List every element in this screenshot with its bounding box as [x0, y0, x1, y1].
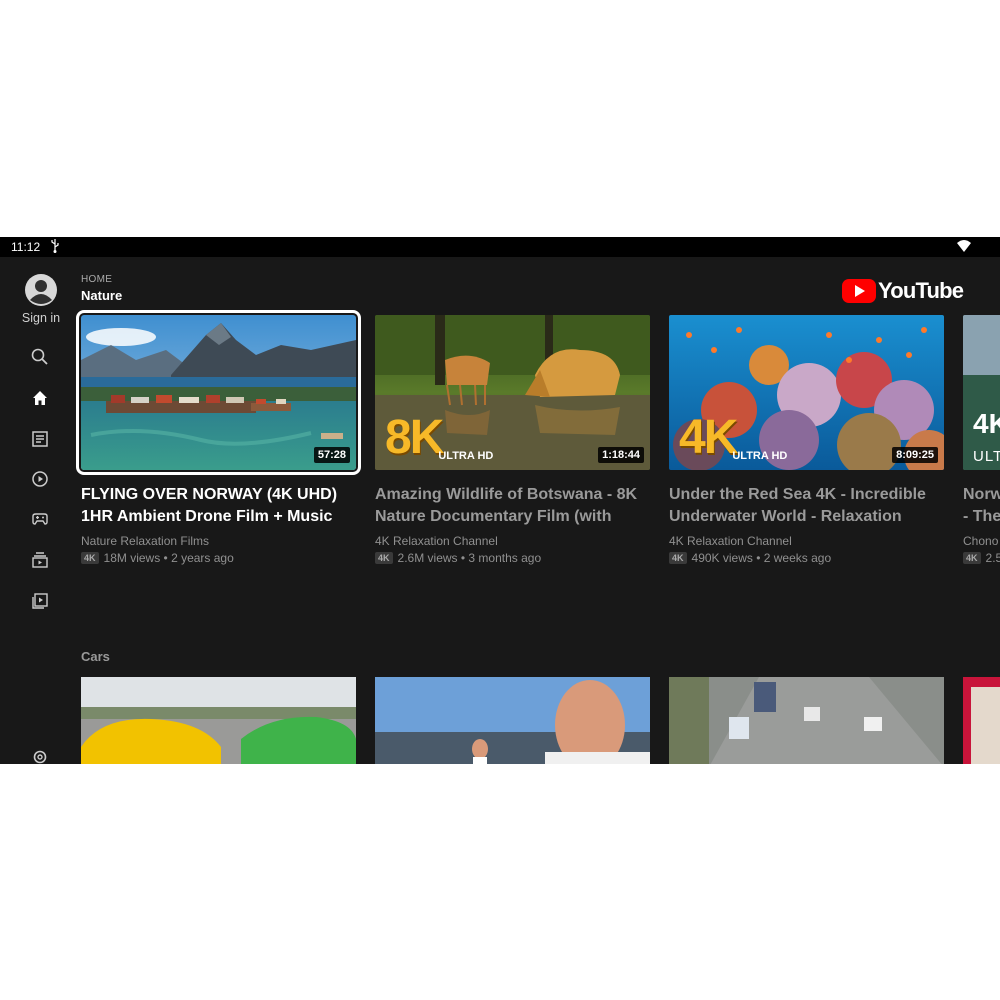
- video-meta: 4K 2.5: [963, 551, 1000, 565]
- overlay-text: 8K: [385, 411, 444, 464]
- thumbnail-overlay-badge: 4KULTRA HD: [679, 414, 787, 462]
- cars-thumbnail-image: [669, 677, 944, 764]
- video-thumbnail: 57:28: [76, 310, 361, 475]
- channel-name: 4K Relaxation Channel: [375, 534, 498, 548]
- usb-icon: [51, 239, 59, 253]
- cars-thumbnail-image: [81, 677, 356, 764]
- cars-section-title: Cars: [81, 649, 110, 664]
- overlay-text: 4K: [973, 408, 1000, 439]
- youtube-tv-screen: 11:12 Sign in HOME Nature YouTube 57:28 …: [0, 237, 1000, 764]
- video-title: Amazing Wildlife of Botswana - 8K Nature…: [375, 486, 638, 525]
- youtube-logo: YouTube: [842, 278, 964, 304]
- sidebar-item-home[interactable]: [30, 388, 50, 408]
- car-video-card-2[interactable]: [375, 677, 650, 764]
- video-duration: 1:18:44: [598, 447, 644, 463]
- overlay-subtext: ULTI: [973, 448, 1000, 465]
- status-bar: 11:12: [0, 237, 1000, 257]
- sidebar-item-library[interactable]: [30, 550, 50, 570]
- overlay-text: 4K: [679, 411, 738, 464]
- video-title: Under the Red Sea 4K - Incredible Underw…: [669, 486, 926, 525]
- overlay-subtext: ULTRA HD: [732, 450, 788, 462]
- gamepad-icon: [32, 513, 48, 525]
- quality-badge: 4K: [81, 552, 99, 564]
- avatar-icon: [25, 274, 57, 306]
- views-and-age: 490K views • 2 weeks ago: [691, 551, 832, 565]
- car-video-card-1[interactable]: [81, 677, 356, 764]
- thumbnail-overlay-badge: 8KULTRA HD: [385, 414, 493, 462]
- video-meta: 4K 18M views • 2 years ago: [81, 551, 356, 565]
- cars-thumbnail-image: [963, 677, 1000, 764]
- youtube-wordmark: YouTube: [878, 278, 964, 303]
- video-card-red-sea[interactable]: 4KULTRA HD 8:09:25 Under the Red Sea 4K …: [669, 315, 944, 565]
- video-title: Norw - The: [963, 486, 1000, 525]
- search-icon: [31, 348, 48, 365]
- video-card-botswana[interactable]: 8KULTRA HD 1:18:44 Amazing Wildlife of B…: [375, 315, 650, 565]
- video-thumbnail: 4K ULTI: [963, 315, 1000, 470]
- gear-icon: [33, 750, 47, 764]
- home-icon: [33, 391, 47, 405]
- channel-name: Chono: [963, 534, 999, 548]
- channel-name: Nature Relaxation Films: [81, 534, 210, 548]
- music-icon: [32, 471, 48, 487]
- status-time: 11:12: [11, 240, 41, 254]
- sidebar-item-gaming[interactable]: [30, 509, 50, 529]
- sidebar-item-videos[interactable]: [30, 591, 50, 611]
- video-card-norway[interactable]: 57:28 FLYING OVER NORWAY (4K UHD) 1HR Am…: [76, 310, 361, 565]
- quality-badge: 4K: [375, 552, 393, 564]
- overlay-subtext: ULTRA HD: [438, 450, 494, 462]
- video-library-icon: [32, 593, 48, 609]
- library-icon: [32, 552, 48, 568]
- breadcrumb: HOME: [81, 274, 113, 285]
- views-and-age: 2.5: [985, 551, 1000, 565]
- sidebar-item-settings[interactable]: [30, 747, 50, 764]
- cars-thumbnail-image: [375, 677, 650, 764]
- wifi-icon: [957, 240, 971, 252]
- sign-in-label: Sign in: [21, 311, 61, 325]
- quality-badge: 4K: [669, 552, 687, 564]
- video-duration: 57:28: [313, 447, 350, 463]
- views-and-age: 18M views • 2 years ago: [103, 551, 234, 565]
- quality-badge: 4K: [963, 552, 981, 564]
- car-video-card-4[interactable]: [963, 677, 1000, 764]
- sidebar-item-music[interactable]: [30, 469, 50, 489]
- thumbnail-overlay-badge: 4K ULTI: [973, 410, 1000, 466]
- video-meta: 4K 490K views • 2 weeks ago: [669, 551, 944, 565]
- sign-in-button[interactable]: Sign in: [18, 274, 64, 325]
- video-duration: 8:09:25: [892, 447, 938, 463]
- video-thumbnail: 8KULTRA HD 1:18:44: [375, 315, 650, 470]
- channel-name: 4K Relaxation Channel: [669, 534, 792, 548]
- sidebar-item-search[interactable]: [30, 347, 50, 367]
- video-title: FLYING OVER NORWAY (4K UHD) 1HR Ambient …: [81, 486, 338, 525]
- section-title: Nature: [81, 288, 123, 303]
- video-card-norway-partial[interactable]: 4K ULTI Norw - The Chono 4K 2.5: [963, 315, 1000, 565]
- views-and-age: 2.6M views • 3 months ago: [397, 551, 542, 565]
- video-thumbnail: 4KULTRA HD 8:09:25: [669, 315, 944, 470]
- video-meta: 4K 2.6M views • 3 months ago: [375, 551, 650, 565]
- subscriptions-icon: [32, 431, 48, 447]
- car-video-card-3[interactable]: [669, 677, 944, 764]
- youtube-play-icon: [842, 279, 876, 303]
- sidebar-item-subscriptions[interactable]: [30, 429, 50, 449]
